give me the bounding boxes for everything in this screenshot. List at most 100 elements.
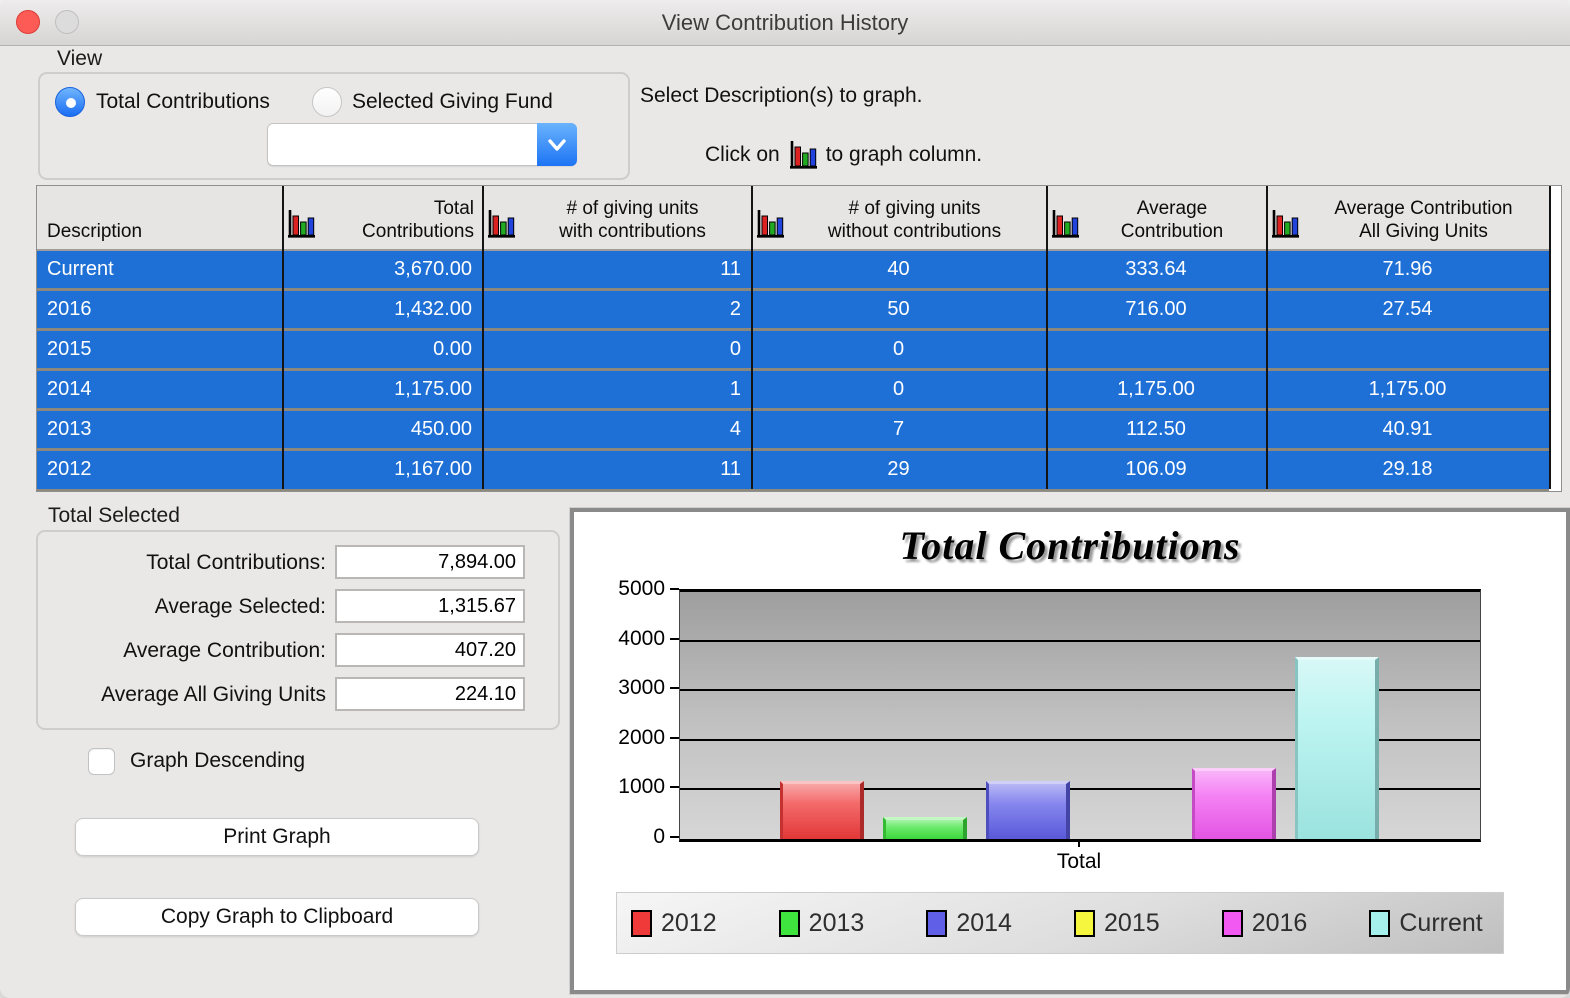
average-contribution-field[interactable]: 407.20 (335, 633, 525, 667)
legend-swatch (926, 910, 947, 937)
chart-y-tick-label: 5000 (585, 577, 665, 601)
giving-fund-dropdown[interactable] (267, 123, 577, 166)
cell-without-units: 7 (751, 411, 1046, 448)
chart-x-axis-label: Total (979, 850, 1179, 874)
cell-average-all: 40.91 (1266, 411, 1549, 448)
cell-total: 1,167.00 (282, 451, 482, 488)
chart-legend: 20122013201420152016Current (616, 892, 1504, 954)
table-row-2015[interactable]: 2015 0.00 0 0 (37, 331, 1549, 371)
chart-y-tick-mark (670, 786, 679, 788)
view-section-label: View (57, 47, 102, 71)
cell-with-units: 1 (482, 371, 751, 408)
legend-swatch (779, 910, 800, 937)
legend-label: 2016 (1252, 909, 1308, 938)
chart-y-tick-mark (670, 638, 679, 640)
chart-gridline (680, 640, 1480, 642)
cell-average: 112.50 (1046, 411, 1266, 448)
chart-y-tick-label: 4000 (585, 627, 665, 651)
total-selected-label: Total Selected (48, 504, 180, 528)
graph-column-icon (788, 140, 818, 170)
column-header-average-contribution: AverageContribution (1046, 186, 1266, 249)
cell-average-all (1266, 331, 1549, 368)
table-row-2016[interactable]: 2016 1,432.00 2 50 716.00 27.54 (37, 291, 1549, 331)
contribution-history-table: Description TotalContributions # of givi… (36, 185, 1562, 492)
column-header-units-without-contributions: # of giving unitswithout contributions (751, 186, 1046, 249)
cell-without-units: 0 (751, 371, 1046, 408)
average-selected-field-label: Average Selected: (38, 595, 326, 619)
chart-x-tick (1078, 839, 1080, 847)
average-contribution-field-label: Average Contribution: (38, 639, 326, 663)
cell-without-units: 50 (751, 291, 1046, 328)
table-row-current[interactable]: Current 3,670.00 11 40 333.64 71.96 (37, 251, 1549, 291)
click-instruction-suffix: to graph column. (826, 143, 982, 167)
radio-selected-giving-fund[interactable] (312, 87, 342, 117)
window-title: View Contribution History (0, 0, 1570, 45)
cell-average: 333.64 (1046, 251, 1266, 288)
cell-with-units: 11 (482, 251, 751, 288)
table-header-row: Description TotalContributions # of givi… (37, 186, 1549, 251)
radio-total-contributions[interactable] (55, 87, 85, 117)
copy-graph-to-clipboard-button[interactable]: Copy Graph to Clipboard (75, 898, 479, 936)
average-selected-field[interactable]: 1,315.67 (335, 589, 525, 623)
cell-description: 2015 (37, 331, 282, 368)
cell-without-units: 0 (751, 331, 1046, 368)
cell-average: 106.09 (1046, 451, 1266, 488)
cell-average: 716.00 (1046, 291, 1266, 328)
chart-bar-current (1295, 657, 1379, 839)
radio-total-contributions-label: Total Contributions (96, 90, 270, 114)
graph-descending-checkbox[interactable] (88, 748, 115, 775)
print-graph-button[interactable]: Print Graph (75, 818, 479, 856)
graph-column-icon[interactable] (1050, 209, 1080, 244)
total-contributions-field[interactable]: 7,894.00 (335, 545, 525, 579)
graph-column-icon[interactable] (286, 209, 316, 244)
average-all-giving-units-field[interactable]: 224.10 (335, 677, 525, 711)
legend-swatch (631, 910, 652, 937)
cell-with-units: 2 (482, 291, 751, 328)
graph-column-icon[interactable] (486, 209, 516, 244)
cell-description: 2012 (37, 451, 282, 488)
cell-without-units: 40 (751, 251, 1046, 288)
close-button[interactable] (16, 10, 40, 34)
chart-y-tick-label: 0 (585, 825, 665, 849)
minimize-button-disabled (55, 10, 79, 34)
view-contribution-history-window: View Contribution History View Total Con… (0, 0, 1570, 998)
legend-item-2012: 2012 (617, 909, 765, 938)
click-instruction-prefix: Click on (705, 143, 780, 167)
legend-label: 2013 (809, 909, 865, 938)
cell-with-units: 11 (482, 451, 751, 488)
column-divider (1046, 186, 1048, 489)
column-divider (1266, 186, 1268, 489)
cell-average-all: 71.96 (1266, 251, 1549, 288)
chart-y-tick-label: 2000 (585, 726, 665, 750)
table-row-2012[interactable]: 2012 1,167.00 11 29 106.09 29.18 (37, 451, 1549, 491)
graph-column-icon[interactable] (1270, 209, 1300, 244)
table-row-2013[interactable]: 2013 450.00 4 7 112.50 40.91 (37, 411, 1549, 451)
total-contributions-field-label: Total Contributions: (38, 551, 326, 575)
legend-swatch (1074, 910, 1095, 937)
chart-bar-2012 (780, 781, 864, 839)
column-divider (1549, 186, 1551, 489)
cell-description: 2013 (37, 411, 282, 448)
legend-item-2016: 2016 (1208, 909, 1356, 938)
legend-item-2014: 2014 (912, 909, 1060, 938)
column-divider (482, 186, 484, 489)
select-descriptions-instruction: Select Description(s) to graph. (640, 84, 922, 108)
cell-description: 2016 (37, 291, 282, 328)
dropdown-button[interactable] (537, 123, 577, 166)
graph-column-icon[interactable] (755, 209, 785, 244)
chart-bar-2014 (986, 781, 1070, 839)
chevron-down-icon (547, 138, 567, 152)
column-divider (282, 186, 284, 489)
cell-average-all: 1,175.00 (1266, 371, 1549, 408)
table-row-2014[interactable]: 2014 1,175.00 1 0 1,175.00 1,175.00 (37, 371, 1549, 411)
legend-item-2013: 2013 (765, 909, 913, 938)
cell-average: 1,175.00 (1046, 371, 1266, 408)
cell-description: Current (37, 251, 282, 288)
title-bar: View Contribution History (0, 0, 1570, 46)
chart-y-tick-label: 1000 (585, 775, 665, 799)
chart-plot-area (679, 589, 1481, 842)
cell-without-units: 29 (751, 451, 1046, 488)
column-header-description[interactable]: Description (37, 186, 282, 249)
legend-label: 2015 (1104, 909, 1160, 938)
chart-bar-2013 (883, 817, 967, 839)
